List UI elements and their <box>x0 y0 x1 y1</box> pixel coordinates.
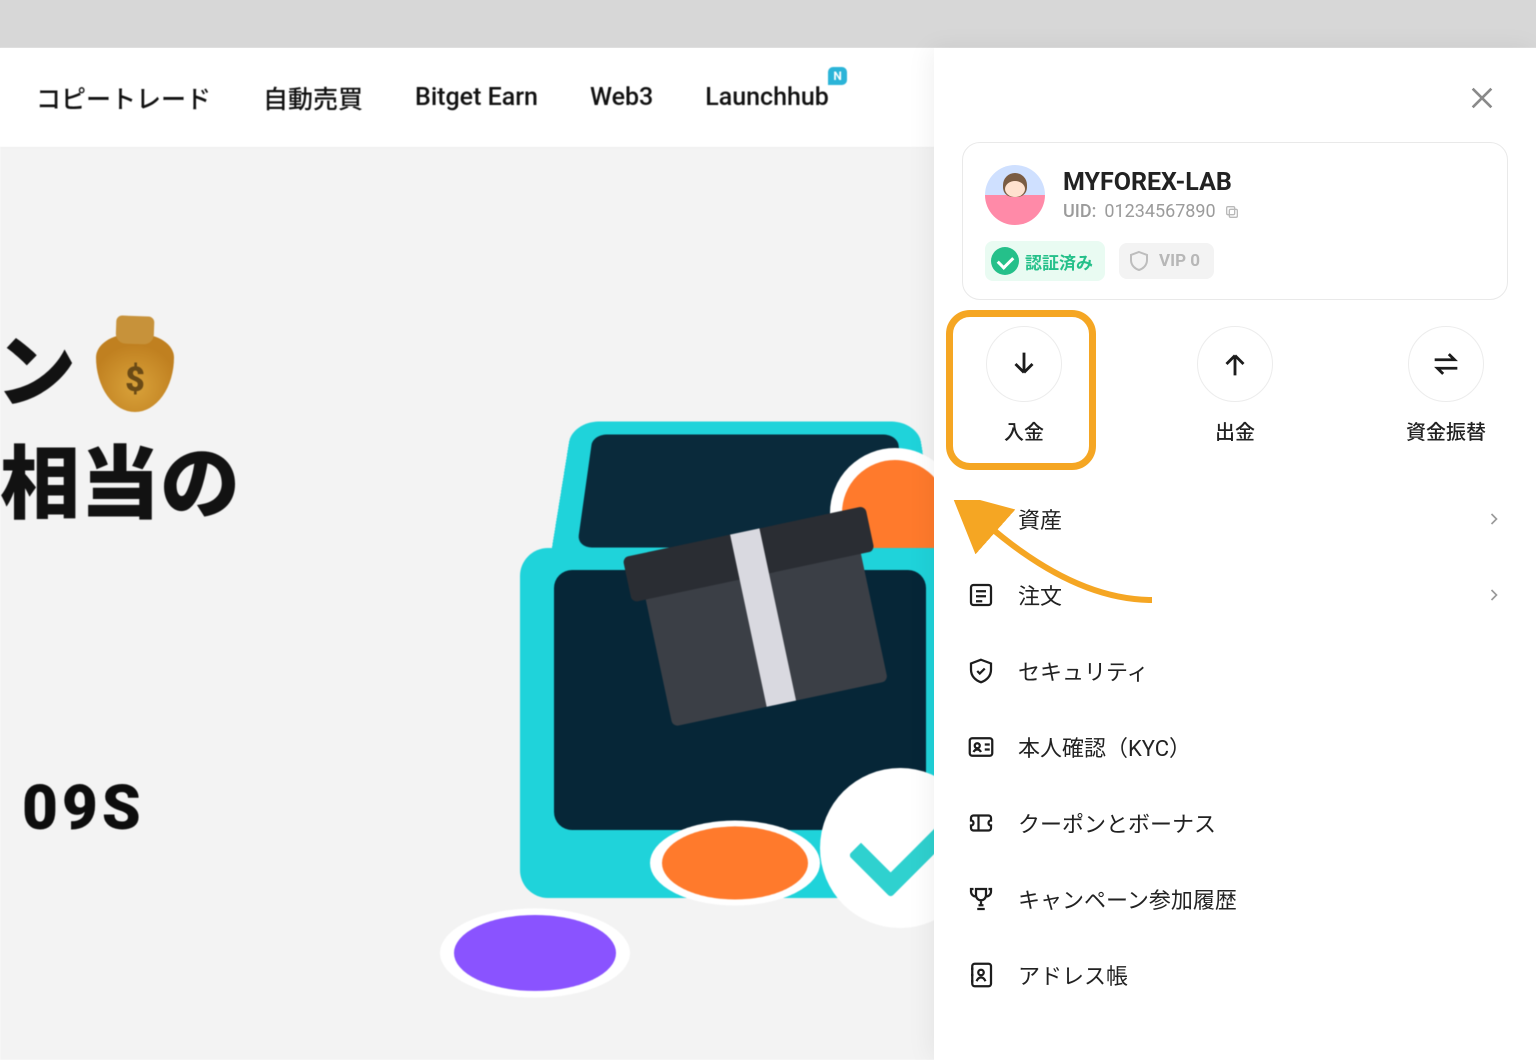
verified-badge: 認証済み <box>985 241 1105 281</box>
verified-icon <box>991 247 1019 275</box>
menu-campaign[interactable]: キャンペーン参加履歴 <box>962 861 1508 937</box>
user-name: MYFOREX-LAB <box>1063 168 1240 197</box>
new-badge: N <box>828 67 846 85</box>
menu-addressbook[interactable]: アドレス帳 <box>962 937 1508 1013</box>
transfer-button[interactable]: 資金振替 <box>1386 326 1506 445</box>
vip-label: VIP 0 <box>1159 251 1200 271</box>
shield-icon <box>966 656 996 686</box>
avatar <box>985 165 1045 225</box>
hero-timer: 09S <box>22 772 145 845</box>
menu-coupons-label: クーポンとボーナス <box>1018 807 1216 839</box>
hero-line1-text: ペーン <box>0 326 76 420</box>
trophy-icon <box>966 884 996 914</box>
verified-label: 認証済み <box>1025 249 1093 274</box>
menu-assets-label: 資産 <box>1018 503 1062 535</box>
chevron-right-icon <box>1484 509 1504 529</box>
transfer-icon <box>1429 347 1463 381</box>
moneybag-icon <box>96 334 174 412</box>
addressbook-icon <box>966 960 996 990</box>
uid-row: UID: 01234567890 <box>1063 201 1240 222</box>
account-panel: MYFOREX-LAB UID: 01234567890 認証済み V <box>934 48 1536 1060</box>
menu-orders[interactable]: 注文 <box>962 557 1508 633</box>
menu-kyc-label: 本人確認（KYC） <box>1018 731 1191 763</box>
ticket-icon <box>966 808 996 838</box>
copy-icon[interactable] <box>1224 204 1240 220</box>
arrow-up-icon <box>1218 347 1252 381</box>
nav-launchhub[interactable]: Launchhub N <box>705 83 829 112</box>
menu-addressbook-label: アドレス帳 <box>1018 959 1128 991</box>
orders-icon <box>966 580 996 610</box>
withdraw-label: 出金 <box>1215 416 1255 445</box>
nav-earn[interactable]: Bitget Earn <box>415 83 538 112</box>
menu-campaign-label: キャンペーン参加履歴 <box>1018 883 1237 915</box>
close-button[interactable] <box>1466 82 1498 114</box>
uid-label: UID: <box>1063 201 1096 222</box>
browser-chrome <box>0 0 1536 48</box>
withdraw-button[interactable]: 出金 <box>1175 326 1295 445</box>
highlight-ring <box>946 310 1096 470</box>
menu-kyc[interactable]: 本人確認（KYC） <box>962 709 1508 785</box>
id-icon <box>966 732 996 762</box>
nav-web3[interactable]: Web3 <box>590 83 653 112</box>
vip-badge: VIP 0 <box>1119 243 1214 279</box>
uid-value: 01234567890 <box>1104 201 1215 222</box>
nav-copytrade[interactable]: コピートレード <box>36 80 211 116</box>
menu-coupons[interactable]: クーポンとボーナス <box>962 785 1508 861</box>
nav-autotrade[interactable]: 自動売買 <box>263 80 363 116</box>
menu-security[interactable]: セキュリティ <box>962 633 1508 709</box>
account-menu: 資産 注文 セキュリティ 本人確認（KYC） <box>962 481 1508 1013</box>
nav-launchhub-label: Launchhub <box>705 83 829 112</box>
quick-actions: 入金 出金 資金振替 <box>962 326 1508 445</box>
wallet-icon <box>966 504 996 534</box>
menu-orders-label: 注文 <box>1018 579 1062 611</box>
menu-assets[interactable]: 資産 <box>962 481 1508 557</box>
menu-security-label: セキュリティ <box>1018 655 1149 687</box>
deposit-button[interactable]: 入金 <box>964 326 1084 445</box>
hero-line2: 万円相当の <box>0 420 240 536</box>
user-card: MYFOREX-LAB UID: 01234567890 認証済み V <box>962 142 1508 300</box>
hero-line1: ペーン <box>0 308 174 424</box>
transfer-label: 資金振替 <box>1406 416 1486 445</box>
shield-icon <box>1127 249 1151 273</box>
chevron-right-icon <box>1484 585 1504 605</box>
